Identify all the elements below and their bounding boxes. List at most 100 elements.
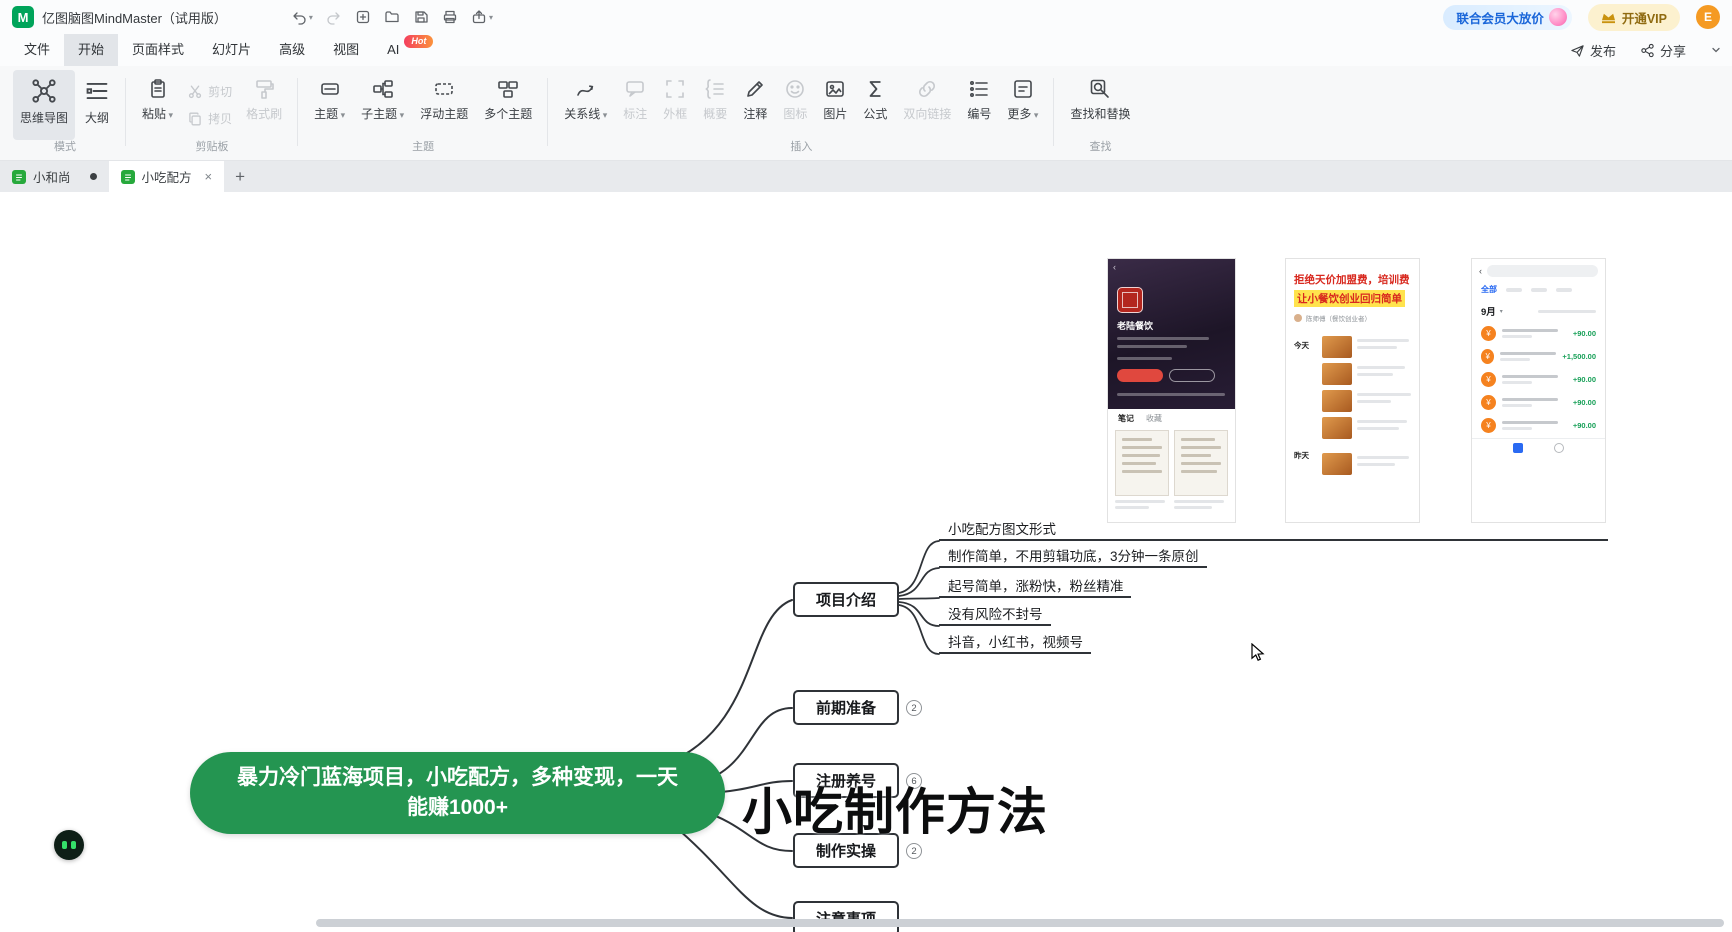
publish-button[interactable]: 发布 — [1570, 41, 1616, 60]
collapse-badge[interactable]: 2 — [906, 843, 922, 859]
paper-plane-icon — [1570, 43, 1585, 58]
subtopic-node[interactable]: 没有风险不封号 — [939, 603, 1051, 626]
subtopic-node[interactable]: 制作简单，不用剪辑功底，3分钟一条原创 — [939, 545, 1207, 568]
mindmap-mode-button[interactable]: 思维导图 — [13, 70, 75, 140]
new-file-button[interactable] — [355, 9, 371, 25]
member-promo-badge[interactable]: 联合会员大放价 — [1443, 5, 1572, 30]
branch-node-preparation[interactable]: 前期准备 — [793, 690, 899, 725]
ai-face-icon — [62, 841, 67, 849]
user-avatar[interactable]: E — [1696, 5, 1720, 29]
ai-assistant-bubble[interactable] — [54, 830, 84, 860]
open-vip-button[interactable]: 开通VIP — [1588, 4, 1680, 31]
save-button[interactable] — [413, 9, 429, 25]
topic-button[interactable]: 主题 — [307, 70, 352, 140]
ai-face-icon — [71, 841, 76, 849]
find-replace-label: 查找和替换 — [1070, 105, 1130, 122]
menu-tab-file[interactable]: 文件 — [10, 34, 64, 66]
summary-icon — [704, 78, 726, 100]
food-thumbnail — [1322, 390, 1352, 412]
records-footer — [1472, 438, 1605, 453]
summary-button[interactable]: 概要 — [696, 70, 734, 140]
bidirectional-link-button[interactable]: 双向链接 — [896, 70, 958, 140]
doc-icon — [12, 170, 26, 184]
attachment-image-shop-profile[interactable]: 老陆餐饮 笔记 收藏 — [1108, 259, 1235, 522]
menu-tab-page-style[interactable]: 页面样式 — [118, 34, 198, 66]
format-painter-button[interactable]: 格式刷 — [239, 70, 289, 140]
menu-tab-slides[interactable]: 幻灯片 — [198, 34, 265, 66]
doc-tab-xiaochipeifang[interactable]: 小吃配方 — [109, 161, 225, 192]
relationship-line-button[interactable]: 关系线 — [557, 70, 614, 140]
share-button[interactable]: 分享 — [1640, 41, 1686, 60]
document-tabbar: 小和尚 小吃配方 — [0, 161, 1732, 192]
floating-text-node[interactable]: 小吃制作方法 — [742, 772, 1048, 844]
menubar-right-actions: 发布 分享 — [1570, 41, 1722, 60]
boundary-button[interactable]: 外框 — [656, 70, 694, 140]
subtopic-label: 子主题 — [361, 105, 404, 122]
group-label-mode: 模式 — [13, 140, 117, 160]
branch-node-project-intro[interactable]: 项目介绍 — [793, 582, 899, 617]
open-file-button[interactable] — [384, 9, 400, 25]
menu-tab-ai[interactable]: AI Hot — [373, 34, 413, 66]
recipe-document-thumb — [1115, 430, 1169, 496]
titlebar-right: 联合会员大放价 开通VIP E — [1443, 4, 1720, 31]
feed-item — [1322, 417, 1413, 439]
numbering-label: 编号 — [967, 105, 991, 122]
more-insert-button[interactable]: 更多 — [1000, 70, 1045, 140]
outline-mode-label: 大纲 — [85, 109, 109, 126]
copy-button[interactable]: 拷贝 — [187, 110, 232, 127]
new-tab-button[interactable] — [224, 161, 256, 192]
attachment-image-promo-feed[interactable]: 拒绝天价加盟费，培训费 让小餐饮创业回归简单 陈师傅（餐饮创业者） 今天 昨天 — [1286, 259, 1419, 522]
open-vip-label: 开通VIP — [1622, 8, 1667, 27]
redo-button[interactable] — [326, 9, 342, 25]
profile-header: 老陆餐饮 — [1108, 259, 1235, 409]
undo-button[interactable] — [291, 9, 313, 25]
callout-button[interactable]: 标注 — [616, 70, 654, 140]
doc-tab-xiaoheshang[interactable]: 小和尚 — [0, 161, 109, 192]
print-button[interactable] — [442, 9, 458, 25]
paste-button[interactable]: 粘贴 — [135, 70, 180, 140]
cut-button[interactable]: 剪切 — [187, 83, 232, 100]
amount: +90.00 — [1573, 329, 1596, 338]
copy-icon — [187, 111, 203, 127]
link-icon — [916, 78, 938, 100]
collapse-badge[interactable]: 2 — [906, 700, 922, 716]
search-pill — [1487, 265, 1598, 277]
horizontal-scrollbar[interactable] — [316, 919, 1724, 927]
quick-access-toolbar — [291, 9, 493, 25]
formula-sigma-icon — [864, 78, 886, 100]
subtopic-node[interactable]: 起号简单，涨粉快，粉丝精准 — [939, 575, 1131, 598]
menu-tab-advanced[interactable]: 高级 — [265, 34, 319, 66]
outline-mode-button[interactable]: 大纲 — [77, 70, 117, 140]
find-replace-button[interactable]: 查找和替换 — [1063, 70, 1137, 140]
yuan-icon — [1481, 372, 1496, 387]
floating-topic-button[interactable]: 浮动主题 — [413, 70, 475, 140]
multiple-topics-button[interactable]: 多个主题 — [477, 70, 539, 140]
print-icon — [442, 9, 458, 25]
undo-caret-icon — [309, 13, 313, 22]
mindmap-canvas[interactable]: 小吃配方图文形式 制作简单，不用剪辑功底，3分钟一条原创 起号简单，涨粉快，粉丝… — [0, 192, 1732, 932]
subtopic-node[interactable]: 抖音，小红书，视频号 — [939, 631, 1091, 654]
attachment-image-payment-records[interactable]: 全部 9月 +90.00 +1,500.00 +90.00 +90.00 +90… — [1472, 259, 1605, 522]
records-topbar — [1472, 259, 1605, 280]
menu-tab-view[interactable]: 视图 — [319, 34, 373, 66]
subtopic-button[interactable]: 子主题 — [354, 70, 411, 140]
close-tab-icon[interactable] — [205, 169, 213, 184]
collapse-ribbon-icon[interactable] — [1710, 44, 1722, 56]
smiley-icon — [784, 78, 806, 100]
numbering-button[interactable]: 编号 — [960, 70, 998, 140]
marker-icon-button[interactable]: 图标 — [776, 70, 814, 140]
ribbon-group-mode: 思维导图 大纲 模式 — [4, 68, 126, 160]
branch-node-notes[interactable]: 注意事项 — [793, 901, 899, 932]
placeholder-bar — [1117, 357, 1172, 360]
ribbon-group-insert: 关系线 标注 外框 概要 注释 — [548, 68, 1054, 160]
mindmaster-app-window: 亿图脑图MindMaster（试用版） — [0, 0, 1732, 932]
yuan-icon — [1481, 349, 1494, 364]
central-topic-node[interactable]: 暴力冷门蓝海项目，小吃配方，多种变现，一天能赚1000+ — [190, 752, 725, 834]
menu-tab-home[interactable]: 开始 — [64, 34, 118, 66]
export-button[interactable] — [471, 9, 493, 25]
note-button[interactable]: 注释 — [736, 70, 774, 140]
mindmap-mode-icon — [31, 78, 57, 104]
formula-button[interactable]: 公式 — [856, 70, 894, 140]
callout-icon — [624, 78, 646, 100]
image-button[interactable]: 图片 — [816, 70, 854, 140]
